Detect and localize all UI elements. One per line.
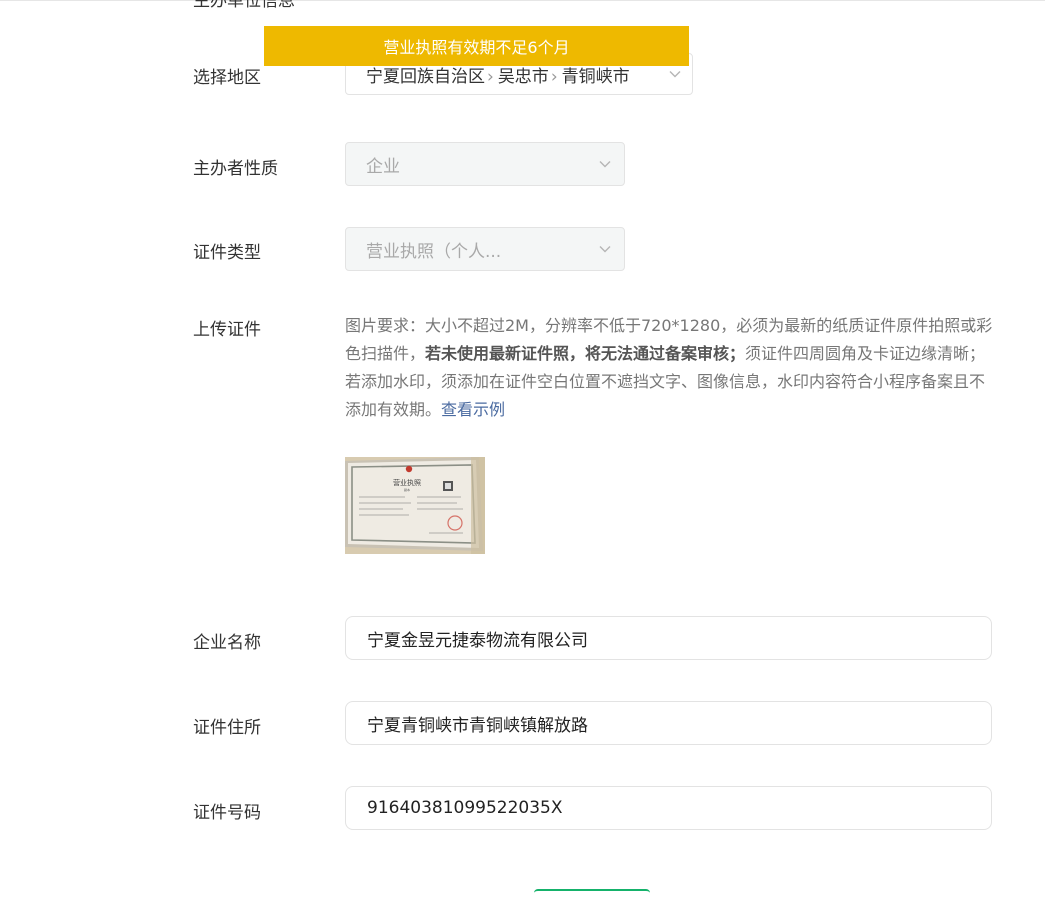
cert-type-select[interactable]: 营业执照（个人... bbox=[345, 227, 625, 271]
view-example-link[interactable]: 查看示例 bbox=[441, 400, 505, 419]
chevron-down-icon bbox=[669, 71, 681, 78]
thumbnail-title: 营业执照 bbox=[393, 478, 421, 487]
cert-number-label: 证件号码 bbox=[193, 803, 261, 823]
organizer-type-value: 企业 bbox=[366, 156, 400, 177]
region-city: 吴忠市 bbox=[497, 66, 549, 87]
region-province: 宁夏回族自治区 bbox=[366, 66, 485, 87]
upload-label: 上传证件 bbox=[193, 320, 261, 340]
region-label: 选择地区 bbox=[193, 68, 261, 88]
cert-number-input[interactable]: 91640381099522035X bbox=[345, 786, 992, 830]
chevron-down-icon bbox=[599, 246, 611, 253]
company-name-input[interactable]: 宁夏金昱元捷泰物流有限公司 bbox=[345, 616, 992, 660]
organizer-type-select[interactable]: 企业 bbox=[345, 142, 625, 186]
business-license-image: 营业执照 副本 bbox=[345, 457, 485, 554]
cert-address-label: 证件住所 bbox=[193, 718, 261, 738]
company-name-value: 宁夏金昱元捷泰物流有限公司 bbox=[367, 630, 588, 651]
cert-address-input[interactable]: 宁夏青铜峡市青铜峡镇解放路 bbox=[345, 701, 992, 745]
license-thumbnail[interactable]: 营业执照 副本 bbox=[345, 457, 485, 554]
submit-button[interactable] bbox=[534, 889, 650, 911]
cert-number-value: 91640381099522035X bbox=[367, 798, 563, 818]
requirement-warning: 若未使用最新证件照，将无法通过备案审核； bbox=[425, 344, 746, 363]
cert-address-value: 宁夏青铜峡市青铜峡镇解放路 bbox=[367, 715, 588, 736]
thumbnail-subtitle: 副本 bbox=[404, 487, 410, 492]
cert-type-value: 营业执照（个人... bbox=[366, 241, 502, 262]
expiry-warning-toast: 营业执照有效期不足6个月 bbox=[264, 26, 689, 66]
organizer-type-label: 主办者性质 bbox=[193, 159, 278, 179]
cert-type-label: 证件类型 bbox=[193, 243, 261, 263]
company-name-label: 企业名称 bbox=[193, 633, 261, 653]
chevron-down-icon bbox=[599, 161, 611, 168]
region-county: 青铜峡市 bbox=[561, 66, 630, 87]
section-heading: 主办单位信息 bbox=[193, 0, 295, 11]
top-divider bbox=[0, 0, 1045, 1]
upload-requirements: 图片要求：大小不超过2M，分辨率不低于720*1280，必须为最新的纸质证件原件… bbox=[345, 312, 1000, 424]
toast-message: 营业执照有效期不足6个月 bbox=[383, 38, 570, 57]
